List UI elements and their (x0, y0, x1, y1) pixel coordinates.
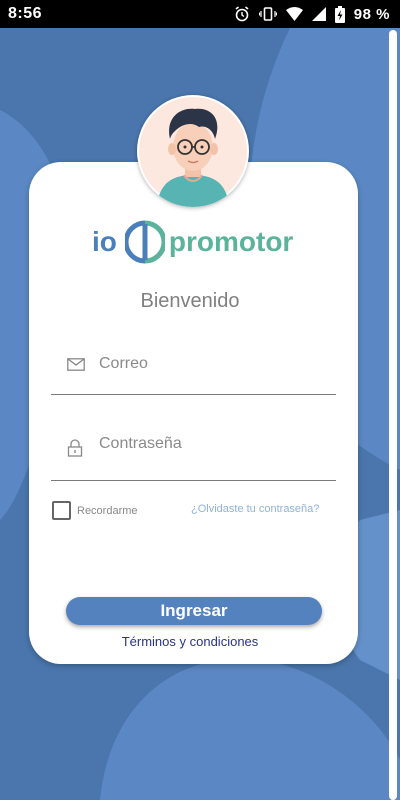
vibrate-icon (258, 6, 277, 22)
logo-text-promotor: promotor (168, 226, 294, 257)
login-button[interactable]: Ingresar (66, 597, 322, 625)
remember-label: Recordarme (77, 504, 138, 517)
battery-percent: 98 % (353, 5, 390, 23)
logo-mark-icon (124, 220, 165, 264)
battery-charging-icon (334, 5, 345, 23)
signal-icon (311, 7, 326, 21)
status-time: 8:56 (8, 5, 43, 22)
logo-text-io: io (92, 226, 117, 257)
password-input[interactable] (97, 434, 321, 454)
wifi-icon (285, 7, 303, 21)
email-field[interactable] (51, 344, 336, 395)
alarm-icon (234, 6, 250, 22)
email-input[interactable] (97, 354, 321, 374)
remember-me[interactable]: Recordarme (52, 501, 138, 520)
scrollbar[interactable] (389, 30, 397, 800)
status-bar: 8:56 98 % (0, 0, 400, 28)
terms-link[interactable]: Términos y condiciones (0, 634, 380, 649)
avatar (137, 95, 249, 207)
password-field[interactable] (51, 424, 336, 481)
welcome-heading: Bienvenido (140, 290, 240, 312)
forgot-password-link[interactable]: ¿Olvidaste tu contraseña? (191, 503, 319, 515)
brand-logo: io promotor (92, 218, 293, 266)
envelope-icon (67, 358, 85, 376)
remember-checkbox[interactable] (52, 501, 71, 520)
lock-icon (67, 439, 83, 462)
